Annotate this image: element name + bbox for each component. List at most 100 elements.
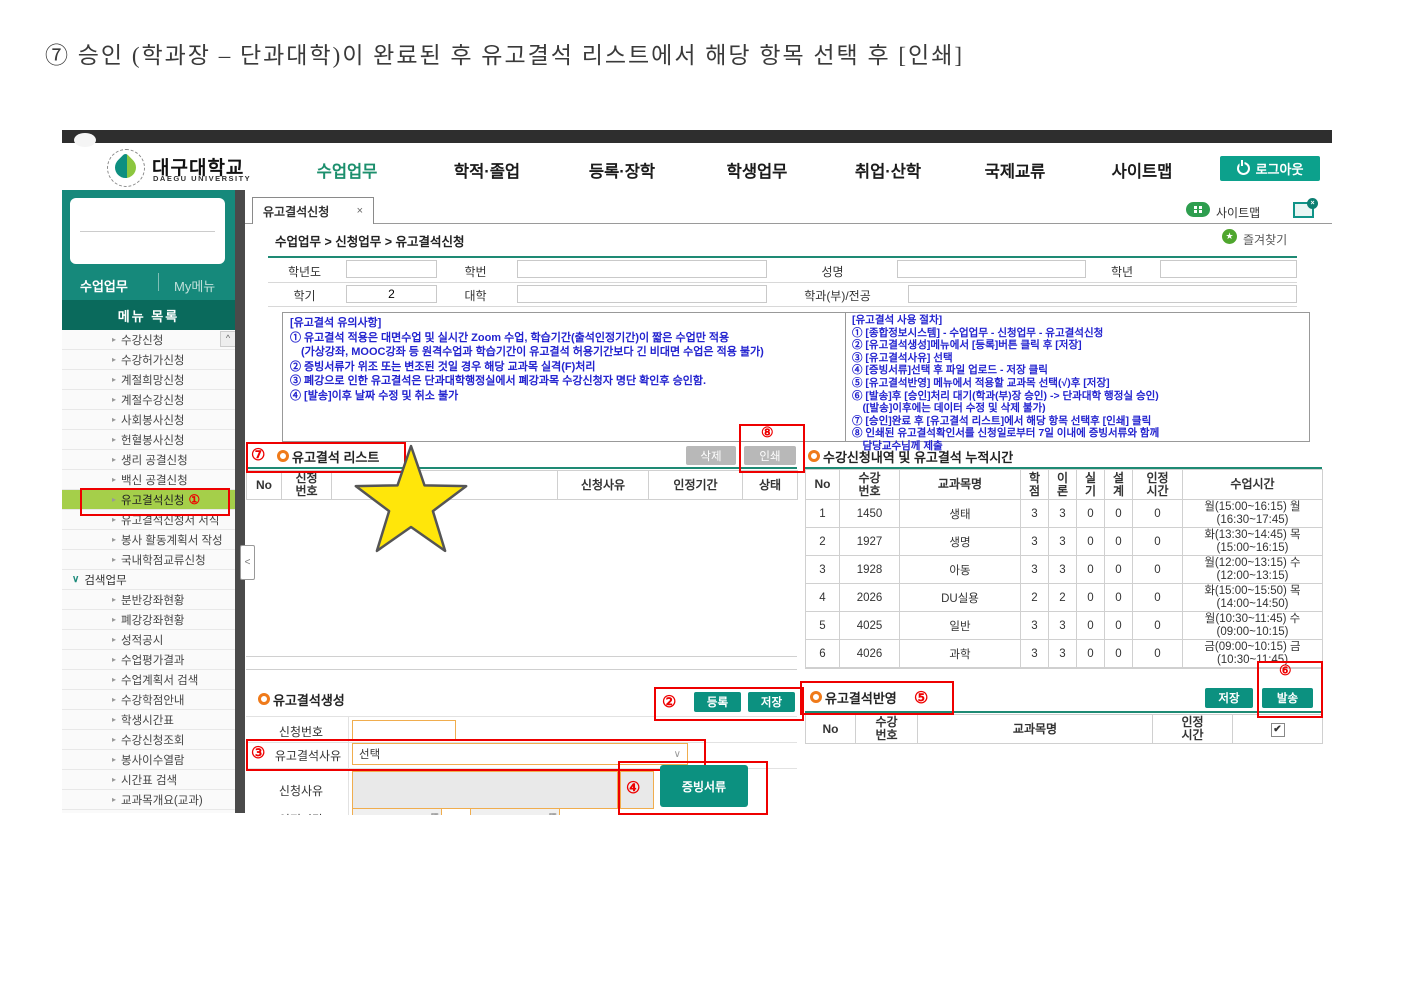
sidebar-item-label: 봉사이수열람 [121, 752, 184, 768]
table-header-row: No수강 번호교과목명학 점이 론실 기설 계인정 시간수업시간 [806, 470, 1323, 500]
sidebar-item-22[interactable]: ▸시간표 검색 [62, 770, 235, 790]
favorite-label[interactable]: 즐겨찾기 [1243, 231, 1287, 248]
chevron-down-icon: ∨ [674, 749, 681, 760]
sidebar-item-3[interactable]: ▸계절수강신청 [62, 390, 235, 410]
sidebar-item-8[interactable]: ▸유고결석신청① [62, 490, 235, 510]
nav-item-4[interactable]: 취업·산학 [855, 158, 921, 182]
sidebar-item-19[interactable]: ▸학생시간표 [62, 710, 235, 730]
year-input[interactable] [346, 260, 437, 278]
arrow-right-icon: ▸ [112, 655, 116, 664]
sidebar-item-label: 분반강좌현황 [121, 592, 184, 608]
sidebar-item-21[interactable]: ▸ 봉사이수열람 [62, 750, 235, 770]
scroll-up-button[interactable]: ^ [220, 331, 236, 347]
period-end-input[interactable]: ▦ [470, 808, 560, 815]
sidebar-item-5[interactable]: ▸헌혈봉사신청 [62, 430, 235, 450]
checkbox-checked-icon[interactable]: ✔ [1271, 723, 1285, 737]
field-label-year: 학년도 [268, 263, 341, 280]
sitemap-label[interactable]: 사이트맵 [1216, 204, 1260, 221]
apply-reason-textarea[interactable] [352, 771, 618, 809]
divider [268, 282, 1297, 283]
sidebar-item-14[interactable]: ▸폐강강좌현황 [62, 610, 235, 630]
nav-item-0[interactable]: 수업업무 [317, 158, 378, 182]
sidebar-item-label: 헌혈봉사신청 [121, 432, 184, 448]
sidebar-menu-list: ▸수강신청▸수강허가신청▸계절희망신청▸계절수강신청▸사회봉사신청▸헌혈봉사신청… [62, 330, 235, 813]
nav-item-3[interactable]: 학생업무 [727, 158, 788, 182]
table-row[interactable]: 54025일반33000월(10:30~11:45) 수(09:00~10:15… [806, 612, 1323, 640]
window-close-icon[interactable]: × [1293, 202, 1314, 218]
sidebar-item-label: 시간표 검색 [121, 772, 177, 788]
nav-item-6[interactable]: 사이트맵 [1112, 158, 1173, 182]
notice-line: ① [종합정보시스템] - 수업업무 - 신청업무 - 유고결석신청 [852, 327, 1304, 340]
send-button[interactable]: 발송 [1262, 688, 1313, 708]
logo-bump [74, 133, 96, 147]
notice-line: ([발송]이후에는 데이터 수정 및 삭제 불가) [852, 402, 1304, 415]
favorite-star-icon[interactable]: ★ [1222, 229, 1237, 244]
arrow-right-icon: ▸ [112, 755, 116, 764]
studentno-input[interactable] [517, 260, 767, 278]
sidebar-collapse-button[interactable]: < [240, 545, 255, 580]
print-button[interactable]: 인쇄 [744, 446, 796, 465]
table-cell: 3 [1021, 640, 1049, 668]
sidebar-item-0[interactable]: ▸ 수강신청 [62, 330, 235, 350]
close-icon[interactable]: × [357, 205, 363, 217]
column-header: 수강 번호 [840, 470, 900, 500]
arrow-right-icon: ▸ [112, 715, 116, 724]
sidebar-item-10[interactable]: ▸봉사 활동계획서 작성 [62, 530, 235, 550]
tab-absence-apply[interactable]: 유고결석신청 × [252, 197, 374, 224]
sidebar-scrollbar[interactable] [235, 190, 245, 813]
grade-input[interactable] [1160, 260, 1297, 278]
table-row[interactable]: 64026과학33000금(09:00~10:15) 금(10:30~11:45… [806, 640, 1323, 668]
table-row[interactable]: 21927생명33000화(13:30~14:45) 목(15:00~16:15… [806, 528, 1323, 556]
sidebar-item-label: 수강신청 [121, 332, 163, 348]
sidebar-item-24[interactable]: ▸취업전직훈련 [62, 810, 235, 813]
annotation-number-4: ④ [626, 778, 640, 798]
sidebar-item-1[interactable]: ▸수강허가신청 [62, 350, 235, 370]
sitemap-icon[interactable] [1186, 202, 1210, 217]
sidebar-item-23[interactable]: ▸교과목개요(교과) [62, 790, 235, 810]
nav-item-2[interactable]: 등록·장학 [589, 158, 655, 182]
table-cell: 0 [1133, 640, 1183, 668]
reason-select[interactable]: 선택 ∨ [352, 743, 688, 765]
sidebar-item-18[interactable]: ▸수강학점안내 [62, 690, 235, 710]
notice-line: ④ [발송]이후 날짜 수정 및 취소 불가 [290, 389, 842, 404]
semester-input[interactable] [346, 285, 437, 303]
sidebar-item-9[interactable]: ▸유고결석신청서 서식 [62, 510, 235, 530]
sidebar-item-20[interactable]: ▸수강신청조회 [62, 730, 235, 750]
sidebar-item-16[interactable]: ▸수업평가결과 [62, 650, 235, 670]
table-cell: 0 [1077, 584, 1105, 612]
sidebar-item-7[interactable]: ▸백신 공결신청 [62, 470, 235, 490]
apply-save-button[interactable]: 저장 [1205, 688, 1253, 708]
apply-no-input[interactable] [352, 720, 456, 740]
sidebar-item-label: 유고결석신청 [121, 492, 184, 508]
sidebar-item-12[interactable]: ∨검색업무 [62, 570, 235, 590]
sidebar-item-17[interactable]: ▸수업계획서 검색 [62, 670, 235, 690]
sidebar-menu-title: 메뉴 목록 [62, 300, 235, 330]
delete-button[interactable]: 삭제 [686, 446, 736, 465]
table-row[interactable]: 42026DU실용22000화(15:00~15:50) 목(14:00~14:… [806, 584, 1323, 612]
logout-button[interactable]: 로그아웃 [1220, 156, 1320, 181]
sidebar-item-2[interactable]: ▸계절희망신청 [62, 370, 235, 390]
create-save-button[interactable]: 저장 [748, 692, 795, 712]
nav-item-1[interactable]: 학적·졸업 [454, 158, 520, 182]
notice-line: (가상강좌, MOOC강좌 등 원격수업과 학습기간이 유고결석 허용기간보다 … [290, 345, 842, 360]
sidebar-item-11[interactable]: ▸국내학점교류신청 [62, 550, 235, 570]
tab-label: 유고결석신청 [263, 203, 329, 220]
sidebar-item-6[interactable]: ▸생리 공결신청 [62, 450, 235, 470]
table-row[interactable]: 31928아동33000월(12:00~13:15) 수(12:00~13:15… [806, 556, 1323, 584]
sidebar-item-13[interactable]: ▸분반강좌현황 [62, 590, 235, 610]
arrow-right-icon: ▸ [112, 335, 116, 344]
table-cell: 1928 [840, 556, 900, 584]
sidebar-tab-main[interactable]: 수업업무 [80, 276, 128, 295]
sidebar-item-15[interactable]: ▸성적공시 [62, 630, 235, 650]
major-input[interactable] [908, 285, 1297, 303]
period-start-input[interactable]: ▦ [352, 808, 442, 815]
attachment-button[interactable]: 증빙서류 [660, 765, 748, 807]
column-header: 설 계 [1105, 470, 1133, 500]
nav-item-5[interactable]: 국제교류 [985, 158, 1046, 182]
register-button[interactable]: 등록 [694, 692, 741, 712]
sidebar-item-4[interactable]: ▸사회봉사신청 [62, 410, 235, 430]
college-input[interactable] [517, 285, 767, 303]
sidebar-tab-mymenu[interactable]: My메뉴 [174, 276, 215, 295]
table-row[interactable]: 11450생태33000월(15:00~16:15) 월(16:30~17:45… [806, 500, 1323, 528]
name-input[interactable] [897, 260, 1086, 278]
